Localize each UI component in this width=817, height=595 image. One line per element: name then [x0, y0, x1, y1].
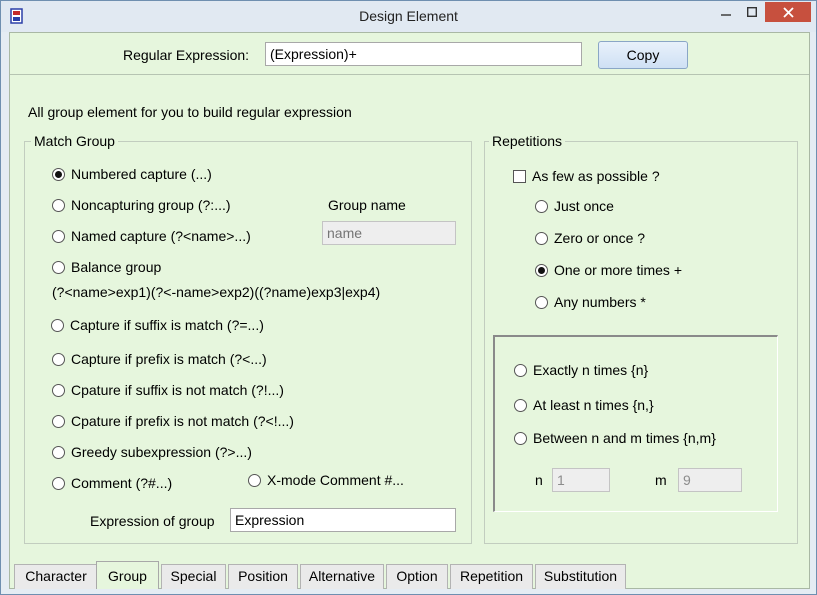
- title-bar[interactable]: Design Element: [1, 1, 816, 32]
- expression-of-group-label: Expression of group: [90, 513, 215, 529]
- radio-icon[interactable]: [52, 352, 65, 366]
- radio-icon[interactable]: [52, 198, 65, 212]
- radio-icon[interactable]: [535, 263, 548, 277]
- close-icon[interactable]: [765, 2, 811, 22]
- radio-icon[interactable]: [535, 295, 548, 309]
- match-group-title: Match Group: [31, 133, 118, 149]
- repetitions-title: Repetitions: [489, 133, 566, 149]
- minimize-icon[interactable]: [713, 2, 739, 22]
- client-area: Regular Expression: Copy All group eleme…: [9, 32, 810, 589]
- radio-icon[interactable]: [514, 398, 527, 412]
- radio-one-or-more[interactable]: One or more times +: [535, 262, 682, 278]
- tab-position[interactable]: Position: [228, 564, 298, 589]
- tab-special[interactable]: Special: [161, 564, 226, 589]
- tab-substitution[interactable]: Substitution: [535, 564, 626, 589]
- radio-icon[interactable]: [51, 318, 64, 332]
- m-label: m: [655, 472, 667, 488]
- copy-button[interactable]: Copy: [598, 41, 688, 69]
- tab-alternative[interactable]: Alternative: [300, 564, 384, 589]
- regex-label: Regular Expression:: [123, 47, 250, 63]
- m-input[interactable]: [678, 468, 742, 492]
- tab-option[interactable]: Option: [386, 564, 448, 589]
- n-label: n: [535, 472, 543, 488]
- n-input[interactable]: [552, 468, 610, 492]
- app-window: Design Element Regular Expression: Copy …: [0, 0, 817, 595]
- radio-icon[interactable]: [52, 229, 65, 243]
- radio-greedy-subexpression[interactable]: Greedy subexpression (?>...): [52, 444, 252, 460]
- radio-zero-or-once[interactable]: Zero or once ?: [535, 230, 645, 246]
- radio-noncapturing-group[interactable]: Noncapturing group (?:...): [52, 197, 231, 213]
- radio-icon[interactable]: [52, 414, 65, 428]
- radio-xmode-comment[interactable]: X-mode Comment #...: [248, 472, 404, 488]
- group-name-label: Group name: [328, 197, 406, 213]
- checkbox-icon[interactable]: [513, 169, 526, 183]
- radio-icon[interactable]: [52, 167, 65, 181]
- radio-icon[interactable]: [52, 445, 65, 459]
- maximize-icon[interactable]: [739, 2, 765, 22]
- radio-icon[interactable]: [535, 231, 548, 245]
- tab-repetition[interactable]: Repetition: [450, 564, 533, 589]
- radio-icon[interactable]: [52, 476, 65, 490]
- radio-icon[interactable]: [52, 383, 65, 397]
- tab-bar: Character Group Special Position Alterna…: [10, 561, 809, 589]
- radio-comment[interactable]: Comment (?#...): [52, 475, 172, 491]
- radio-any-numbers[interactable]: Any numbers *: [535, 294, 646, 310]
- checkbox-as-few-as-possible[interactable]: As few as possible ?: [513, 168, 660, 184]
- radio-suffix-not-match[interactable]: Cpature if suffix is not match (?!...): [52, 382, 284, 398]
- radio-numbered-capture[interactable]: Numbered capture (...): [52, 166, 212, 182]
- radio-capture-suffix-match[interactable]: Capture if suffix is match (?=...): [51, 317, 264, 333]
- radio-named-capture[interactable]: Named capture (?<name>...): [52, 228, 251, 244]
- tab-character[interactable]: Character: [14, 564, 98, 589]
- radio-prefix-not-match[interactable]: Cpature if prefix is not match (?<!...): [52, 413, 294, 429]
- radio-icon[interactable]: [514, 431, 527, 445]
- expression-of-group-input[interactable]: [230, 508, 456, 532]
- radio-icon[interactable]: [248, 473, 261, 487]
- window-title: Design Element: [359, 8, 458, 24]
- intro-text: All group element for you to build regul…: [28, 104, 352, 120]
- tab-group[interactable]: Group: [96, 561, 159, 589]
- radio-icon[interactable]: [535, 199, 548, 213]
- group-name-input[interactable]: [322, 221, 456, 245]
- radio-between-n-m[interactable]: Between n and m times {n,m}: [514, 430, 716, 446]
- radio-balance-group[interactable]: Balance group: [52, 259, 161, 275]
- balance-group-detail: (?<name>exp1)(?<-name>exp2)((?name)exp3|…: [52, 284, 381, 300]
- radio-at-least-n[interactable]: At least n times {n,}: [514, 397, 654, 413]
- radio-icon[interactable]: [52, 260, 65, 274]
- radio-icon[interactable]: [514, 363, 527, 377]
- regex-row: Regular Expression: Copy: [10, 33, 809, 75]
- radio-capture-prefix-match[interactable]: Capture if prefix is match (?<...): [52, 351, 267, 367]
- radio-exactly-n[interactable]: Exactly n times {n}: [514, 362, 648, 378]
- regex-input[interactable]: [265, 42, 582, 66]
- radio-just-once[interactable]: Just once: [535, 198, 614, 214]
